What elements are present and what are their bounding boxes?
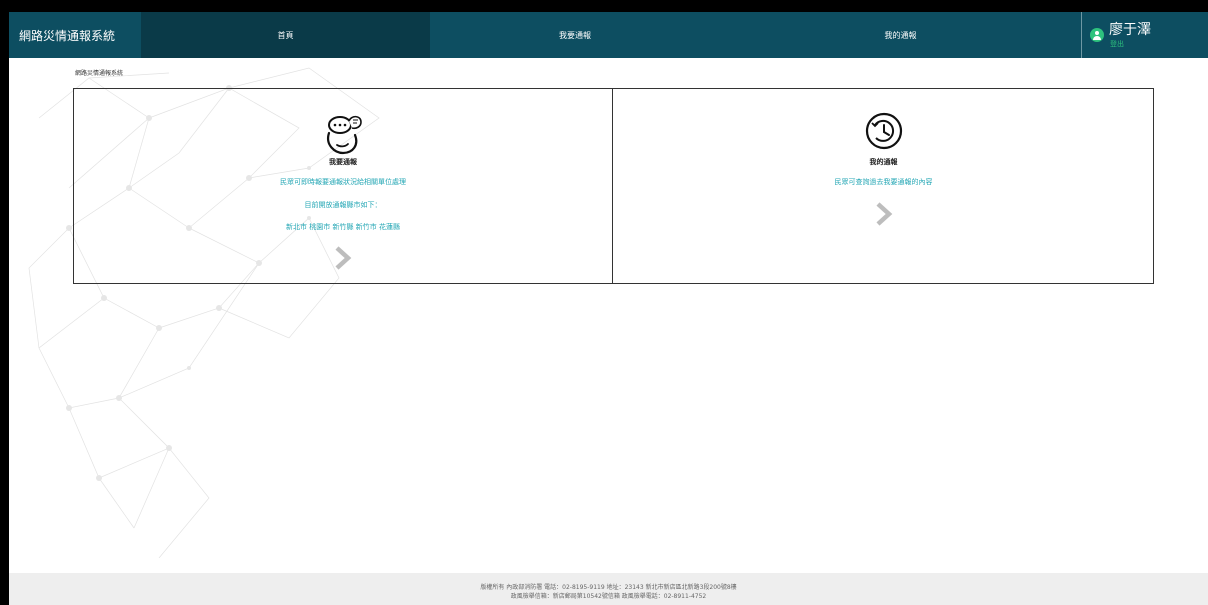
history-clock-icon	[865, 112, 902, 150]
person-chat-icon	[327, 115, 362, 155]
user-avatar-icon	[1090, 28, 1104, 42]
user-panel: 廖于澤 登出	[1081, 12, 1208, 58]
top-navbar: 網路災情通報系統 首頁 我要通報 我的通報 廖于澤 登出	[9, 12, 1208, 58]
site-brand[interactable]: 網路災情通報系統	[9, 12, 141, 58]
my-reports-card-title: 我的通報	[869, 158, 898, 166]
report-card-counties: 新北市 桃園市 新竹縣 新竹市 花蓮縣	[286, 223, 400, 231]
logout-link[interactable]: 登出	[1110, 39, 1124, 49]
my-reports-card[interactable]: 我的通報 民眾可查詢過去我要通報的內容	[614, 89, 1153, 283]
footer-contact: 政風檢舉信箱：新店郵局第10542號信箱 政風檢舉電話：02-8911-4752	[510, 593, 707, 600]
report-card-desc: 民眾可即時報要通報狀況給相關單位處理	[280, 178, 406, 186]
my-reports-card-desc: 民眾可查詢過去我要通報的內容	[834, 178, 933, 186]
nav-my-reports[interactable]: 我的通報	[720, 12, 1081, 58]
user-name: 廖于澤	[1109, 22, 1151, 38]
chevron-right-icon[interactable]	[333, 245, 353, 271]
chevron-right-icon[interactable]	[874, 201, 894, 227]
app-window: 網路災情通報系統 首頁 我要通報 我的通報 廖于澤 登出 網路災情通報系統 我要…	[9, 12, 1208, 605]
site-footer: 版權所有 內政部消防署 電話：02-8195-9119 地址：23143 新北市…	[9, 573, 1208, 605]
nav-report[interactable]: 我要通報	[430, 12, 720, 58]
feature-cards: 我要通報 民眾可即時報要通報狀況給相關單位處理 目前開放通報縣市如下： 新北市 …	[73, 88, 1154, 284]
breadcrumb[interactable]: 網路災情通報系統	[75, 68, 123, 77]
report-card-title: 我要通報	[329, 158, 357, 166]
report-card-counties-label: 目前開放通報縣市如下：	[304, 201, 382, 209]
report-card[interactable]: 我要通報 民眾可即時報要通報狀況給相關單位處理 目前開放通報縣市如下： 新北市 …	[74, 89, 613, 283]
nav-home[interactable]: 首頁	[141, 12, 430, 58]
footer-copyright: 版權所有 內政部消防署 電話：02-8195-9119 地址：23143 新北市…	[480, 584, 737, 591]
